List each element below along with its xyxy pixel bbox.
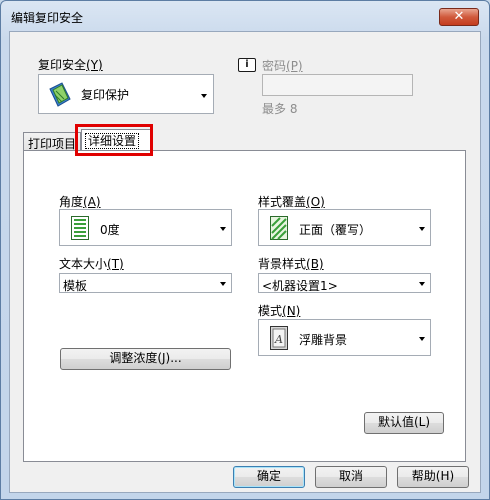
password-hint: 最多 8 [262, 102, 298, 116]
svg-text:A: A [274, 333, 283, 346]
copy-security-combo[interactable]: 复印保护 [38, 74, 214, 114]
text-size-label: 文本大小(T) [59, 257, 124, 271]
chevron-down-icon [419, 282, 425, 286]
window-title: 编辑复印安全 [11, 11, 84, 25]
background-pattern-select[interactable]: <机器设置1> [258, 273, 431, 293]
info-icon: i [238, 58, 256, 72]
angle-label: 角度(A) [59, 195, 101, 209]
mode-combo[interactable]: A 浮雕背景 [258, 319, 431, 356]
angle-combo[interactable]: 0度 [59, 209, 232, 246]
adjust-density-button[interactable]: 调整浓度(J)... [60, 348, 231, 370]
password-field[interactable] [262, 74, 413, 96]
mode-label: 模式(N) [258, 304, 301, 318]
pattern-overwrite-combo[interactable]: 正面（覆写） [258, 209, 431, 246]
chevron-down-icon [220, 227, 226, 231]
background-pattern-value: <机器设置1> [262, 279, 338, 293]
dialog-client-area: 复印安全(Y) 复印保护 i 密码(P) 最多 8 打印项目 详细设置 角度(A… [9, 31, 481, 493]
tab-highlight-annotation [75, 124, 153, 156]
background-pattern-label: 背景样式(B) [258, 257, 324, 271]
chevron-down-icon [201, 94, 207, 98]
tab-print-items[interactable]: 打印项目 [23, 132, 82, 151]
copy-security-label: 复印安全(Y) [38, 58, 103, 72]
ok-button[interactable]: 确定 [233, 466, 305, 488]
emboss-background-icon: A [270, 326, 288, 350]
title-bar: 编辑复印安全 ✕ [1, 1, 489, 31]
copy-security-value: 复印保护 [81, 88, 130, 102]
cancel-button[interactable]: 取消 [315, 466, 387, 488]
chevron-down-icon [419, 227, 425, 231]
tab-panel-detail: 角度(A) 0度 样式覆盖(O) 正面（覆写） 文本大小(T) 模板 背景样式(… [23, 150, 466, 462]
copy-protect-icon [49, 82, 71, 107]
chevron-down-icon [419, 337, 425, 341]
password-label: 密码(P) [262, 59, 303, 73]
help-button[interactable]: 帮助(H) [397, 466, 469, 488]
text-size-select[interactable]: 模板 [59, 273, 232, 293]
mode-value: 浮雕背景 [299, 333, 348, 347]
angle-value: 0度 [100, 223, 120, 237]
pattern-overwrite-icon [270, 216, 288, 240]
pattern-overwrite-label: 样式覆盖(O) [258, 195, 325, 209]
close-button[interactable]: ✕ [439, 8, 479, 26]
pattern-overwrite-value: 正面（覆写） [299, 223, 372, 237]
dialog-window: 编辑复印安全 ✕ 复印安全(Y) 复印保护 i 密码(P) 最多 8 打印项目 … [0, 0, 490, 500]
text-size-value: 模板 [63, 279, 88, 293]
chevron-down-icon [220, 282, 226, 286]
angle-page-icon [71, 216, 89, 240]
default-button[interactable]: 默认值(L) [364, 412, 444, 434]
